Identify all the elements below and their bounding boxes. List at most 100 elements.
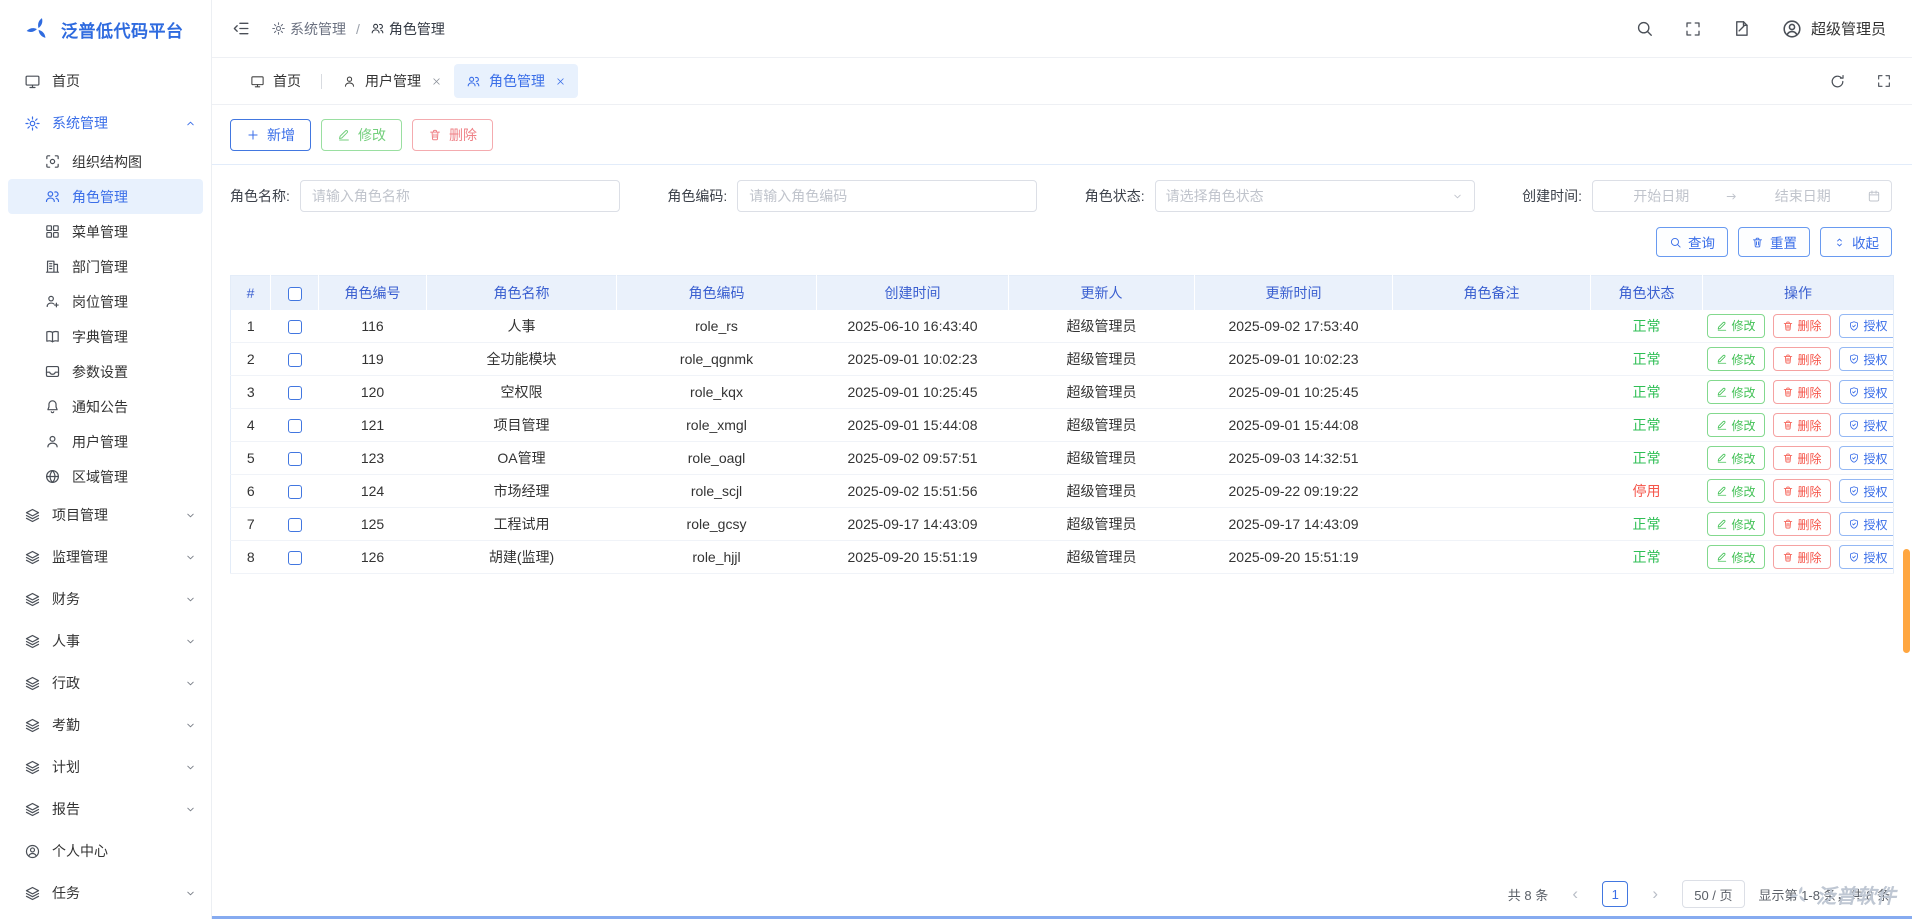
sidebar-item-personal[interactable]: 个人中心 (0, 830, 211, 872)
status-badge: 正常 (1633, 351, 1661, 367)
row-delete-button[interactable]: 删除 (1773, 347, 1831, 371)
sidebar-item-plan[interactable]: 计划 (0, 746, 211, 788)
reset-button[interactable]: 重置 (1738, 227, 1810, 257)
modify-button[interactable]: 修改 (321, 119, 402, 151)
edit-icon (1716, 419, 1728, 431)
role-status-select[interactable]: 请选择角色状态 (1155, 180, 1475, 212)
search-icon[interactable] (1635, 19, 1654, 38)
table-row: 2119全功能模块role_qgnmk2025-09-01 10:02:23超级… (231, 343, 1894, 376)
close-icon[interactable] (431, 76, 442, 87)
layers-icon (24, 549, 41, 566)
remark (1393, 475, 1591, 508)
row-checkbox[interactable] (288, 419, 302, 433)
sidebar-item-dept[interactable]: 部门管理 (8, 249, 203, 284)
role-table: #角色编号角色名称角色编码创建时间更新人更新时间角色备注角色状态操作 1116人… (230, 275, 1894, 574)
row-edit-button[interactable]: 修改 (1707, 479, 1765, 503)
start-date[interactable]: 开始日期 (1603, 186, 1720, 206)
expand-tab-icon[interactable] (1876, 73, 1892, 89)
row-auth-button[interactable]: 授权 (1839, 413, 1894, 437)
row-auth-button[interactable]: 授权 (1839, 512, 1894, 536)
sidebar-item-region[interactable]: 区域管理 (8, 459, 203, 494)
row-auth-button[interactable]: 授权 (1839, 314, 1894, 338)
search-button[interactable]: 查询 (1656, 227, 1728, 257)
tab-user-management[interactable]: 用户管理 (330, 64, 454, 98)
tab-home[interactable]: 首页 (238, 64, 313, 98)
row-checkbox[interactable] (288, 518, 302, 532)
row-delete-button[interactable]: 删除 (1773, 479, 1831, 503)
user-menu[interactable]: 超级管理员 (1781, 18, 1886, 40)
fullscreen-icon[interactable] (1684, 20, 1702, 38)
refresh-icon[interactable] (1829, 73, 1846, 90)
row-edit-button[interactable]: 修改 (1707, 380, 1765, 404)
sidebar-item-administration[interactable]: 行政 (0, 662, 211, 704)
sidebar-item-task[interactable]: 任务 (0, 872, 211, 914)
row-delete-button[interactable]: 删除 (1773, 314, 1831, 338)
row-checkbox[interactable] (288, 353, 302, 367)
next-page-button[interactable]: › (1642, 881, 1668, 907)
sidebar-item-finance[interactable]: 财务 (0, 578, 211, 620)
sidebar-item-post[interactable]: 岗位管理 (8, 284, 203, 319)
scrollbar-thumb[interactable] (1903, 549, 1910, 653)
tab-role-management[interactable]: 角色管理 (454, 64, 578, 98)
row-auth-button[interactable]: 授权 (1839, 479, 1894, 503)
sidebar-item-attendance[interactable]: 考勤 (0, 704, 211, 746)
page-size-select[interactable]: 50 / 页 (1682, 880, 1744, 908)
sidebar-item-org-chart[interactable]: 组织结构图 (8, 144, 203, 179)
row-edit-button[interactable]: 修改 (1707, 347, 1765, 371)
row-auth-button[interactable]: 授权 (1839, 347, 1894, 371)
sidebar-item-project[interactable]: 项目管理 (0, 494, 211, 536)
chevron-up-icon (184, 117, 197, 130)
row-delete-button[interactable]: 删除 (1773, 380, 1831, 404)
row-checkbox[interactable] (288, 386, 302, 400)
row-edit-button[interactable]: 修改 (1707, 413, 1765, 437)
prev-page-button[interactable]: ‹ (1562, 881, 1588, 907)
created-time-range-picker[interactable]: 开始日期 结束日期 (1592, 180, 1892, 212)
layout-theme-icon[interactable] (1732, 19, 1751, 38)
sidebar-item-param[interactable]: 参数设置 (8, 354, 203, 389)
table-row: 5123OA管理role_oagl2025-09-02 09:57:51超级管理… (231, 442, 1894, 475)
row-edit-button[interactable]: 修改 (1707, 545, 1765, 569)
add-button[interactable]: 新增 (230, 119, 311, 151)
row-delete-button[interactable]: 删除 (1773, 413, 1831, 437)
role-name-input[interactable] (300, 180, 620, 212)
role-code-input[interactable] (737, 180, 1037, 212)
row-delete-button[interactable]: 删除 (1773, 446, 1831, 470)
page-number[interactable]: 1 (1602, 881, 1628, 907)
row-checkbox[interactable] (288, 485, 302, 499)
row-checkbox[interactable] (288, 452, 302, 466)
table-row: 1116人事role_rs2025-06-10 16:43:40超级管理员202… (231, 310, 1894, 343)
collapse-filter-button[interactable]: 收起 (1820, 227, 1892, 257)
sidebar-item-notice[interactable]: 通知公告 (8, 389, 203, 424)
sidebar-item-user[interactable]: 用户管理 (8, 424, 203, 459)
row-edit-button[interactable]: 修改 (1707, 512, 1765, 536)
row-checkbox[interactable] (288, 320, 302, 334)
row-delete-button[interactable]: 删除 (1773, 545, 1831, 569)
end-date[interactable]: 结束日期 (1744, 186, 1861, 206)
sidebar-item-hr[interactable]: 人事 (0, 620, 211, 662)
row-auth-button[interactable]: 授权 (1839, 380, 1894, 404)
sidebar-item-dict[interactable]: 字典管理 (8, 319, 203, 354)
collapse-sidebar-icon[interactable] (232, 19, 251, 38)
row-edit-button[interactable]: 修改 (1707, 314, 1765, 338)
row-auth-button[interactable]: 授权 (1839, 545, 1894, 569)
row-delete-button[interactable]: 删除 (1773, 512, 1831, 536)
chevron-down-icon (184, 593, 197, 606)
close-icon[interactable] (555, 76, 566, 87)
row-checkbox[interactable] (288, 551, 302, 565)
row-auth-button[interactable]: 授权 (1839, 446, 1894, 470)
brand-logo-icon (24, 15, 52, 43)
row-edit-button[interactable]: 修改 (1707, 446, 1765, 470)
sidebar-item-menu[interactable]: 菜单管理 (8, 214, 203, 249)
layers-icon (24, 675, 41, 692)
sidebar-item-supervision[interactable]: 监理管理 (0, 536, 211, 578)
delete-button[interactable]: 删除 (412, 119, 493, 151)
sidebar-item-home[interactable]: 首页 (0, 60, 211, 102)
created-at: 2025-09-02 15:51:56 (817, 475, 1009, 508)
select-all-checkbox[interactable] (288, 287, 302, 301)
column-header: 角色编码 (617, 276, 817, 310)
sidebar-item-report[interactable]: 报告 (0, 788, 211, 830)
sidebar-item-system[interactable]: 系统管理 (0, 102, 211, 144)
sidebar-item-role[interactable]: 角色管理 (8, 179, 203, 214)
created-at: 2025-09-02 09:57:51 (817, 442, 1009, 475)
row-index: 4 (231, 409, 271, 442)
